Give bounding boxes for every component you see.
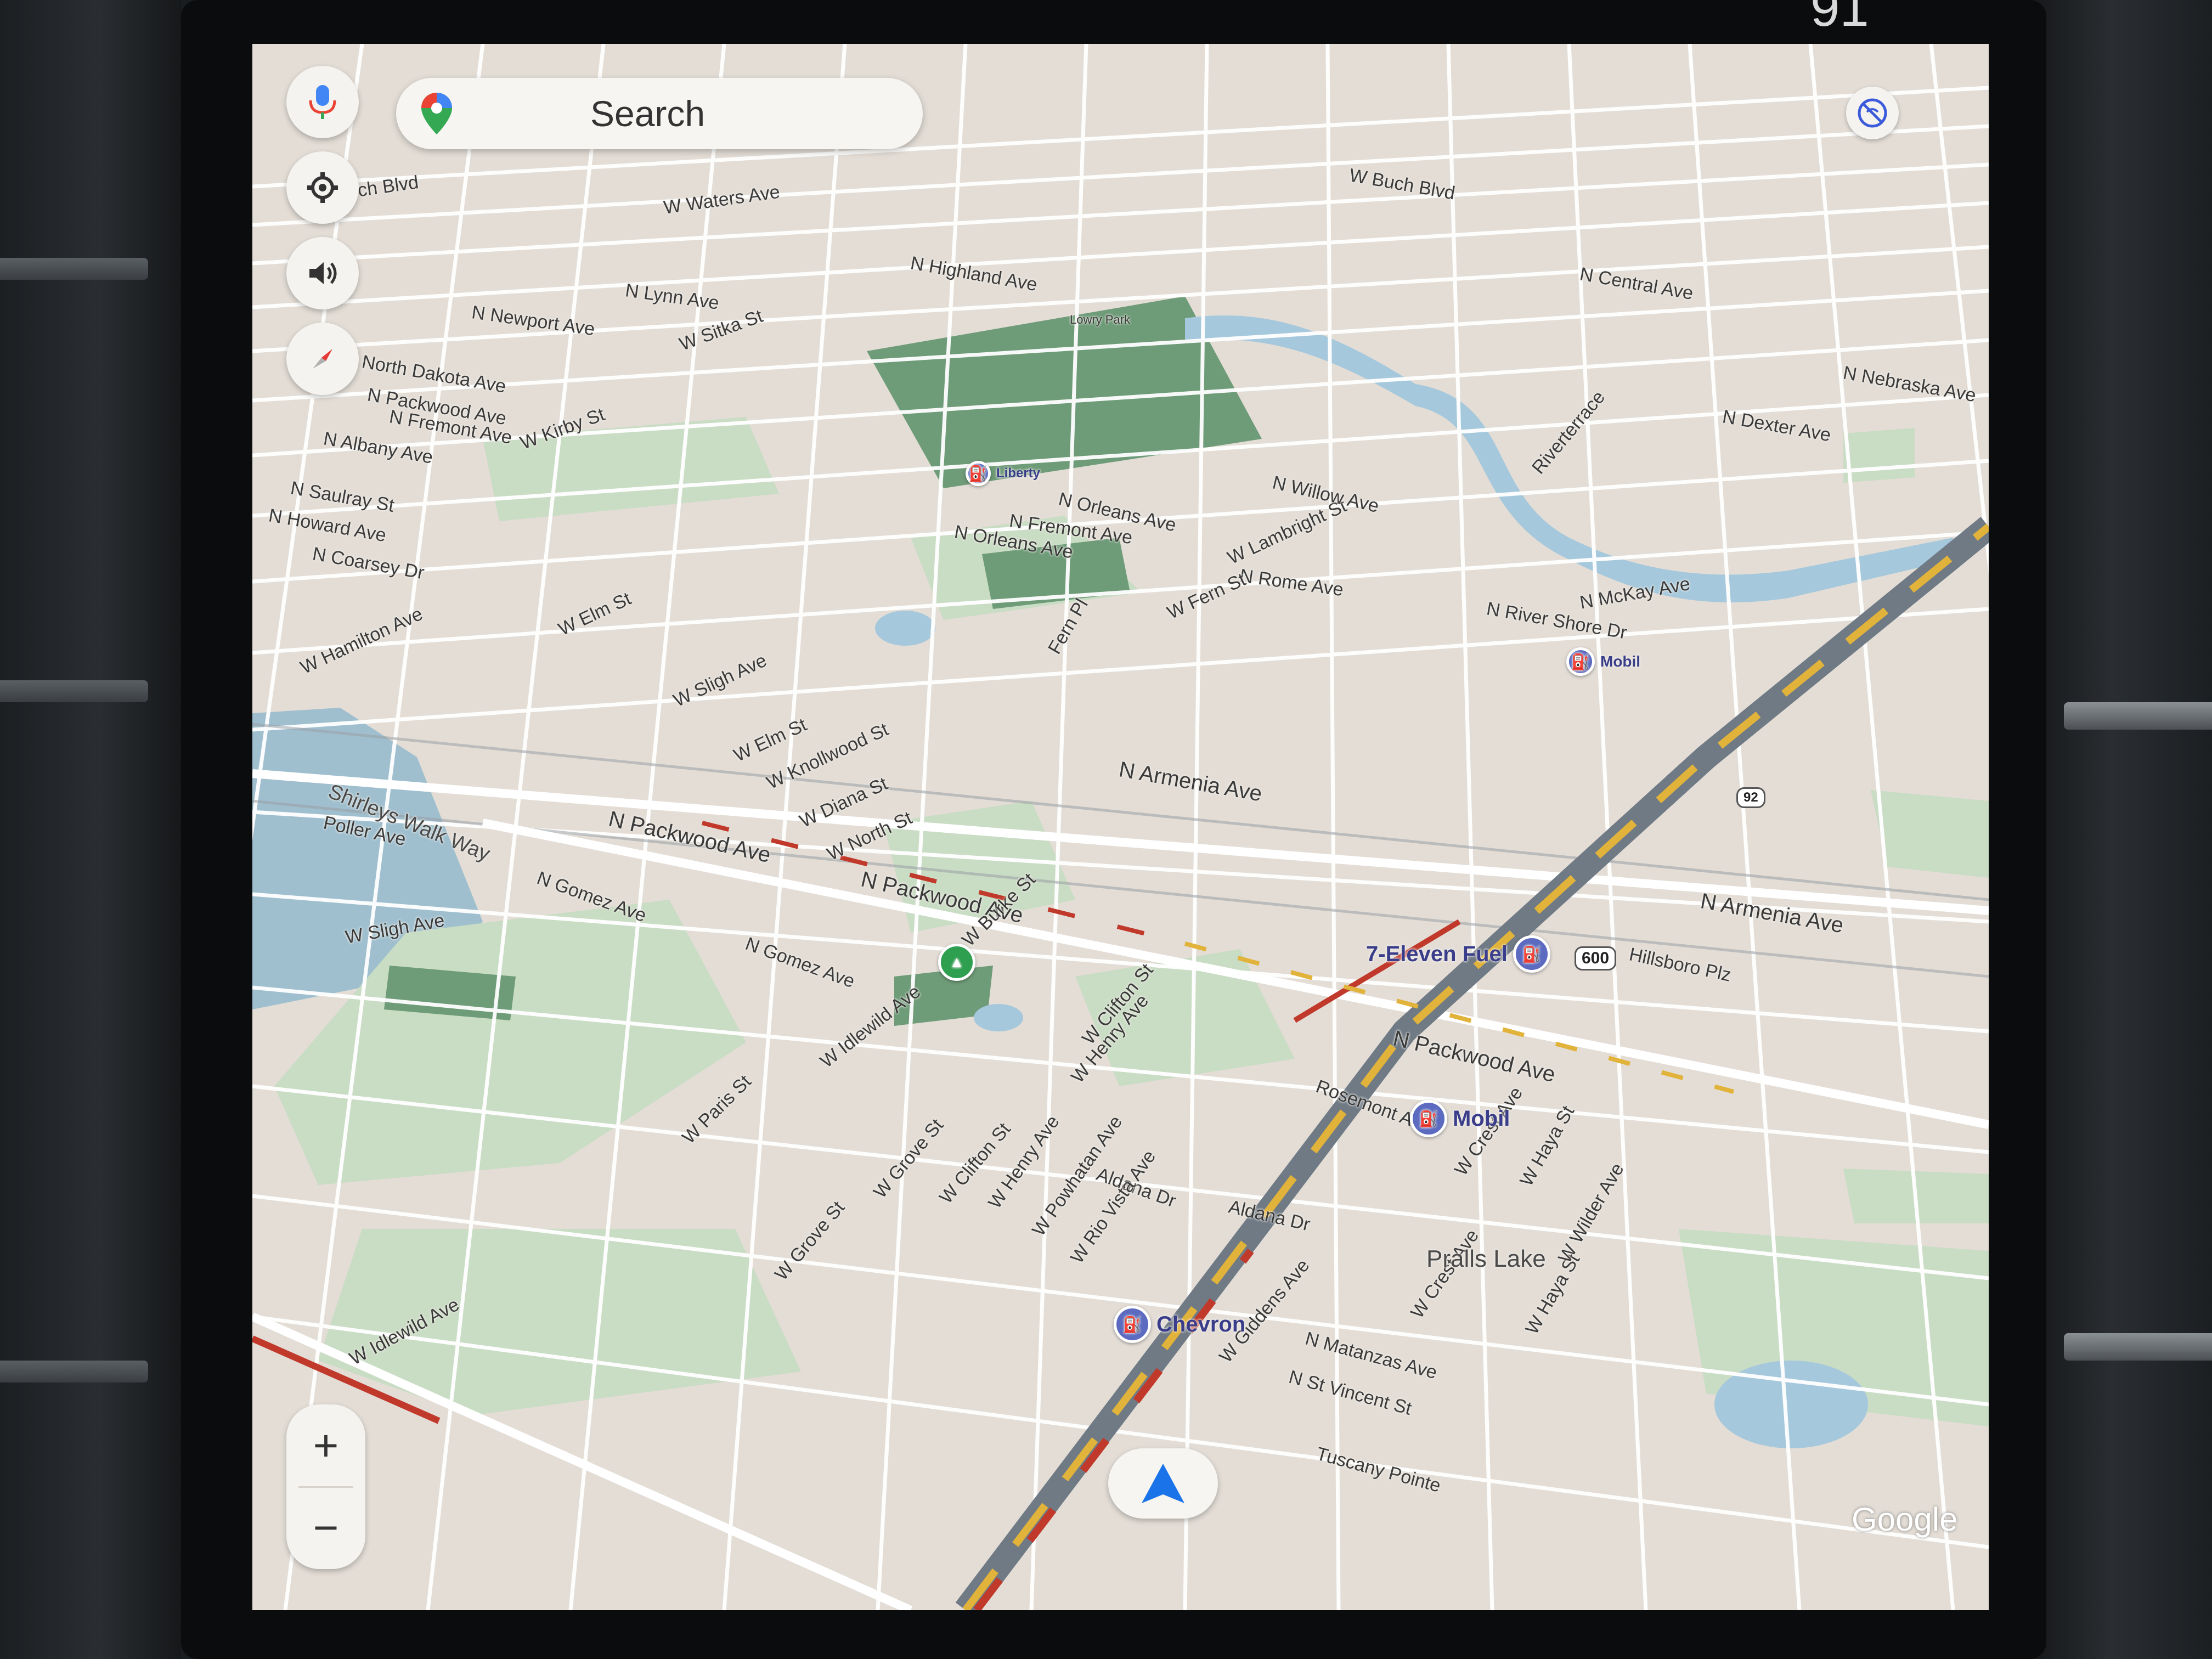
dash-trim — [2064, 702, 2212, 730]
dash-trim — [0, 1361, 148, 1383]
mic-button[interactable] — [286, 66, 359, 138]
navigation-arrow-icon — [1142, 1464, 1184, 1503]
sound-button[interactable] — [286, 237, 359, 309]
poi-park[interactable]: ▲ — [938, 944, 975, 981]
poi-label: 7-Eleven Fuel — [1366, 941, 1508, 966]
poi-label: Mobil — [1453, 1106, 1510, 1131]
gas-station-icon: ⛽ — [966, 461, 991, 486]
poi-liberty[interactable]: ⛽ Liberty — [966, 461, 1040, 486]
dashboard-right — [2031, 0, 2212, 1659]
map-canvas[interactable] — [252, 44, 1989, 1610]
compass-icon — [313, 349, 332, 369]
gas-station-icon: ⛽ — [1410, 1100, 1447, 1137]
gear-icon — [307, 172, 338, 203]
google-attribution: Google — [1852, 1501, 1958, 1538]
search-bar[interactable]: Search — [396, 78, 923, 149]
gas-station-icon: ⛽ — [1513, 935, 1550, 973]
speaker-icon — [309, 262, 337, 284]
status-indicator: 91 — [1810, 0, 1869, 37]
dash-trim — [2064, 1333, 2212, 1361]
voice-restrict-button[interactable] — [1846, 87, 1899, 139]
poi-7-eleven[interactable]: 7-Eleven Fuel ⛽ — [1366, 935, 1550, 973]
dash-trim — [0, 680, 148, 702]
map-screen[interactable]: N Packwood Ave N Packwood Ave N Packwood… — [252, 44, 1989, 1610]
dash-trim — [0, 258, 148, 280]
settings-button[interactable] — [286, 151, 359, 224]
poi-mobil-2[interactable]: ⛽ Mobil — [1410, 1100, 1510, 1137]
no-voice-icon — [1858, 98, 1887, 128]
route-shield: 92 — [1736, 787, 1765, 808]
microphone-icon — [309, 85, 336, 119]
maps-pin-icon — [421, 93, 452, 134]
recenter-button[interactable] — [1108, 1448, 1218, 1519]
zoom-control: + − — [286, 1404, 365, 1569]
lake-label: Pralls Lake — [1426, 1245, 1546, 1272]
dashboard-left — [0, 0, 181, 1659]
poi-mobil[interactable]: ⛽ Mobil — [1566, 647, 1640, 676]
search-placeholder: Search — [590, 93, 706, 134]
poi-label: Liberty — [996, 466, 1041, 481]
zoom-in-button[interactable]: + — [286, 1404, 365, 1487]
route-shield: 600 — [1575, 946, 1617, 970]
poi-label: Mobil — [1600, 653, 1641, 670]
park-label: Lowry Park — [1070, 313, 1131, 326]
poi-label: Chevron — [1156, 1312, 1246, 1336]
poi-chevron[interactable]: ⛽ Chevron — [1114, 1306, 1245, 1343]
zoom-out-button[interactable]: − — [286, 1487, 365, 1569]
compass-button[interactable] — [286, 323, 359, 395]
gas-station-icon: ⛽ — [1114, 1306, 1151, 1343]
park-icon: ▲ — [938, 944, 975, 981]
gas-station-icon: ⛽ — [1566, 647, 1595, 676]
